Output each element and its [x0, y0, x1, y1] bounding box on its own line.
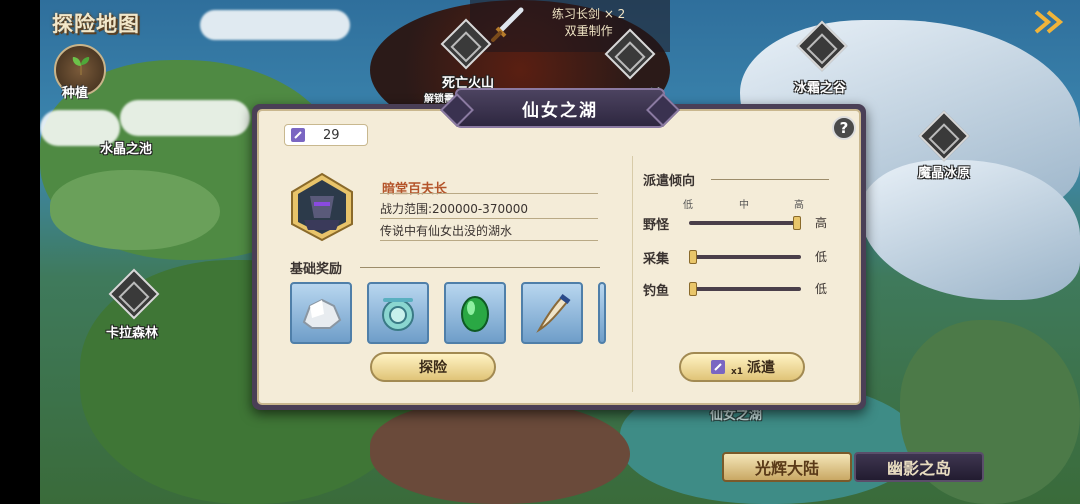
slider-knob[interactable] [793, 216, 801, 230]
region-tab-shadow-island[interactable]: 幽影之岛 [854, 452, 984, 482]
silver-ore-icon [302, 298, 342, 329]
boss-portrait [291, 172, 353, 242]
level-high-label: 高 [794, 200, 804, 211]
location-label-kala-forest: 卡拉森林 [106, 326, 159, 341]
dispatch-heading: 派遣倾向 [643, 174, 696, 189]
boss-name-underline [380, 176, 598, 194]
sword-icon [491, 7, 524, 42]
help-button[interactable]: ? [832, 116, 856, 140]
quest-text[interactable]: 练习长剑 × 2 双重制作 [552, 6, 625, 40]
emerald-gem-icon [461, 296, 489, 332]
location-label-frost-valley: 冰霜之谷 [794, 81, 847, 96]
slider-label-gathering: 采集 [643, 252, 670, 267]
slider-fishing[interactable] [689, 282, 801, 296]
ticket-counter: 29 [284, 124, 368, 146]
reward-item-horn-tooth[interactable] [521, 282, 583, 344]
location-label-magic-crystal-field: 魔晶冰原 [918, 166, 971, 181]
dialog-title-plate: 仙女之湖 [455, 88, 665, 128]
horn-tooth-icon [536, 294, 571, 333]
double-chevron-right-icon [1034, 10, 1064, 34]
slider-value-monsters: 高 [815, 216, 828, 230]
dispatch-ticket-icon [710, 360, 725, 374]
location-description: 传说中有仙女出没的湖水 [380, 222, 598, 241]
rewards-heading: 基础奖励 [290, 262, 343, 277]
reward-item-sea-scroll[interactable] [367, 282, 429, 344]
slider-label-fishing: 钓鱼 [643, 284, 670, 299]
dispatch-divider [711, 179, 829, 180]
sprout-icon [72, 57, 90, 75]
ticket-count: 29 [323, 127, 340, 143]
level-mid-label: 中 [739, 200, 749, 211]
dispatch-cost: x1 [730, 367, 744, 377]
level-low-label: 低 [683, 200, 693, 211]
quest-item-line: 练习长剑 × 2 [552, 7, 626, 21]
cloud [120, 100, 250, 136]
plant-label: 种植 [62, 86, 89, 101]
dispatch-button[interactable]: x1 派遣 [679, 352, 805, 382]
map-terrain [370, 400, 630, 504]
reward-item-partial[interactable] [598, 282, 606, 344]
slider-gathering[interactable] [689, 250, 801, 264]
cloud [200, 10, 350, 40]
slider-knob[interactable] [689, 282, 697, 296]
location-label-crystal-pool: 水晶之池 [100, 142, 153, 157]
region-tabs: 光辉大陆 幽影之岛 [722, 452, 984, 482]
power-range: 战力范围:200000-370000 [380, 200, 598, 219]
slider-monsters[interactable] [689, 216, 801, 230]
slider-value-fishing: 低 [815, 282, 828, 296]
slider-label-monsters: 野怪 [643, 218, 670, 233]
location-info-panel: 暗堂百夫长 战力范围:200000-370000 传说中有仙女出没的湖水 基础奖… [276, 156, 620, 392]
dispatch-ticket-icon [291, 128, 305, 142]
dispatch-panel: 派遣倾向 低 中 高 野怪 高 采集 低 钓鱼 低 x1 派遣 [632, 156, 842, 392]
reward-item-silver-ore[interactable] [290, 282, 352, 344]
next-region-button[interactable] [1030, 6, 1072, 38]
sea-scroll-icon [382, 298, 414, 331]
rewards-divider [360, 267, 600, 268]
map-terrain [50, 170, 220, 250]
slider-knob[interactable] [689, 250, 697, 264]
slider-value-gathering: 低 [815, 250, 828, 264]
dialog-title: 仙女之湖 [522, 100, 598, 121]
quest-action-line: 双重制作 [564, 24, 613, 38]
dispatch-button-label: 派遣 [747, 360, 776, 376]
explore-button[interactable]: 探险 [370, 352, 496, 382]
map-title: 探险地图 [52, 12, 140, 36]
reward-item-emerald[interactable] [444, 282, 506, 344]
region-tab-radiant-continent[interactable]: 光辉大陆 [722, 452, 852, 482]
